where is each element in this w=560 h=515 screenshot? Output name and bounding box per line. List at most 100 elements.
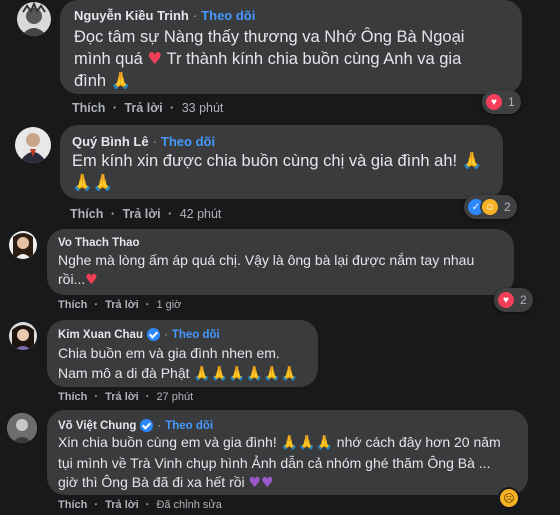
avatar[interactable] (9, 322, 37, 350)
heart-icon: ♥ (147, 49, 163, 68)
comment-line: rồi... (58, 271, 86, 287)
comment-line: Xin chia buồn cùng em và gia đình! (58, 434, 277, 450)
pray-icon: 🙏 (263, 366, 281, 382)
comment-line-row: đình 🙏 (74, 70, 514, 92)
separator-dot: · (163, 328, 168, 341)
comment-line: Chia buồn em và gia đình nhen em. (58, 345, 280, 361)
comment-line-row: 🙏🙏 (72, 172, 497, 194)
commenter-name[interactable]: Nguyễn Kiều Trinh (74, 8, 189, 23)
reaction-count: 2 (504, 200, 511, 214)
follow-button[interactable]: Theo dõi (161, 134, 215, 149)
comment-text: Nghe mà lòng ấm áp quá chị. Vậy là ông b… (58, 251, 508, 290)
purple-heart-icon: ♥ (248, 475, 262, 491)
reaction-count: 1 (508, 95, 515, 109)
avatar-image-icon (13, 233, 33, 259)
comment-text: Xin chia buồn cùng em và gia đình! 🙏🙏🙏 n… (58, 433, 524, 494)
separator-dot: · (145, 299, 150, 311)
comment-line-row: giờ thì Ông Bà đã đi xa hết rồi ♥♥ (58, 473, 524, 494)
comment-line-row: Xin chia buồn cùng em và gia đình! 🙏🙏🙏 n… (58, 433, 524, 454)
verified-badge-icon (140, 419, 154, 432)
pray-icon: 🙏 (298, 435, 316, 451)
pray-icon: 🙏 (280, 366, 299, 382)
separator-dot: · (192, 8, 198, 23)
pray-icon: 🙏 (92, 173, 114, 192)
reply-link[interactable]: Trả lời (105, 299, 139, 311)
pray-icon: 🙏 (193, 366, 211, 382)
comment-time[interactable]: 33 phút (182, 101, 224, 115)
sad-reaction-icon[interactable]: ☹ (498, 487, 520, 509)
comment-line: Nghe mà lòng ấm áp quá chị. Vậy là ông b… (58, 252, 475, 268)
comment-text: Em kính xin được chia buồn cùng chị và g… (72, 150, 497, 194)
purple-heart-icon: ♥ (261, 475, 274, 491)
like-link[interactable]: Thích (70, 207, 103, 221)
reply-link[interactable]: Trả lời (105, 499, 139, 511)
reaction-count: 2 (520, 293, 527, 307)
reply-link[interactable]: Trả lời (105, 391, 139, 403)
verified-badge-icon (146, 328, 160, 341)
separator-dot: · (168, 207, 173, 221)
reply-link[interactable]: Trả lời (124, 101, 162, 115)
reaction-summary[interactable]: ♥ 1 (482, 90, 521, 114)
comment-line: mình quá (74, 50, 143, 68)
like-link[interactable]: Thích (58, 299, 87, 311)
avatar[interactable] (7, 413, 37, 443)
comment-line: giờ thì Ông Bà đã đi xa hết rồi (58, 474, 245, 490)
comment-line-row: Em kính xin được chia buồn cùng chị và g… (72, 150, 497, 172)
avatar-image-icon (12, 325, 34, 350)
separator-dot: · (152, 134, 157, 149)
comment-line: Em kính xin được chia buồn cùng chị và g… (72, 152, 458, 170)
like-link[interactable]: Thích (58, 499, 87, 511)
pray-icon: 🙏 (280, 435, 299, 451)
pray-icon: 🙏 (210, 366, 229, 382)
comment-line-row: Nam mô a di đà Phật 🙏🙏🙏🙏🙏🙏 (58, 363, 316, 384)
comment-text: Chia buồn em và gia đình nhen em. Nam mô… (58, 343, 316, 384)
commenter-name[interactable]: Quý Bình Lê (72, 134, 149, 149)
care-icon: ☺ (480, 197, 500, 217)
follow-button[interactable]: Theo dõi (172, 329, 220, 341)
separator-dot: · (145, 391, 150, 403)
love-icon: ♥ (496, 290, 516, 310)
comment-line-row: rồi...♥ (58, 270, 508, 290)
avatar[interactable] (17, 2, 51, 36)
like-link[interactable]: Thích (72, 101, 105, 115)
avatar-image-icon (7, 413, 37, 443)
avatar-image-icon (19, 133, 47, 163)
commenter-name[interactable]: Võ Việt Chung (58, 420, 136, 432)
avatar[interactable] (15, 127, 51, 163)
separator-dot: · (110, 207, 115, 221)
comment-line: Đọc tâm sự Nàng thấy thương va Nhớ Ông B… (74, 28, 465, 46)
heart-icon: ♥ (85, 272, 98, 288)
edited-label[interactable]: Đã chỉnh sửa (156, 499, 221, 511)
separator-dot: · (94, 499, 99, 511)
love-icon: ♥ (484, 92, 504, 112)
avatar-image-icon (21, 2, 47, 36)
comment-line: nhớ cách đây hơn 20 năm (336, 434, 501, 450)
comment-line: đình (74, 72, 107, 90)
comment-line: Tr thành kính chia buồn cùng Anh va gia (166, 50, 462, 68)
separator-dot: · (94, 299, 99, 311)
pray-icon: 🙏 (315, 435, 333, 451)
like-link[interactable]: Thích (58, 391, 87, 403)
separator-dot: · (94, 391, 99, 403)
pray-icon: 🙏 (461, 151, 483, 170)
comment-time[interactable]: 42 phút (180, 207, 222, 221)
separator-dot: · (157, 419, 162, 432)
avatar[interactable] (9, 231, 37, 259)
comment-line: tụi mình về Trà Vinh chụp hình Ảnh dẫn c… (58, 454, 491, 471)
reply-link[interactable]: Trả lời (122, 207, 160, 221)
reaction-summary[interactable]: ✓ ☺ 2 (464, 195, 517, 219)
follow-button[interactable]: Theo dõi (201, 8, 255, 23)
comment-line-row: mình quá ♥ Tr thành kính chia buồn cùng … (74, 48, 514, 70)
pray-icon: 🙏 (245, 366, 264, 382)
pray-icon: 🙏 (110, 71, 132, 90)
reaction-summary[interactable]: ♥ 2 (494, 288, 533, 312)
commenter-name[interactable]: Kim Xuan Chau (58, 329, 143, 341)
separator-dot: · (170, 101, 175, 115)
comment-time[interactable]: 1 giờ (156, 299, 181, 311)
comment-text: Đọc tâm sự Nàng thấy thương va Nhớ Ông B… (74, 26, 514, 92)
commenter-name[interactable]: Vo Thach Thao (58, 237, 140, 249)
comment-line: Nam mô a di đà Phật (58, 365, 190, 381)
separator-dot: · (112, 101, 117, 115)
comment-time[interactable]: 27 phút (156, 391, 193, 403)
follow-button[interactable]: Theo dõi (165, 420, 213, 432)
